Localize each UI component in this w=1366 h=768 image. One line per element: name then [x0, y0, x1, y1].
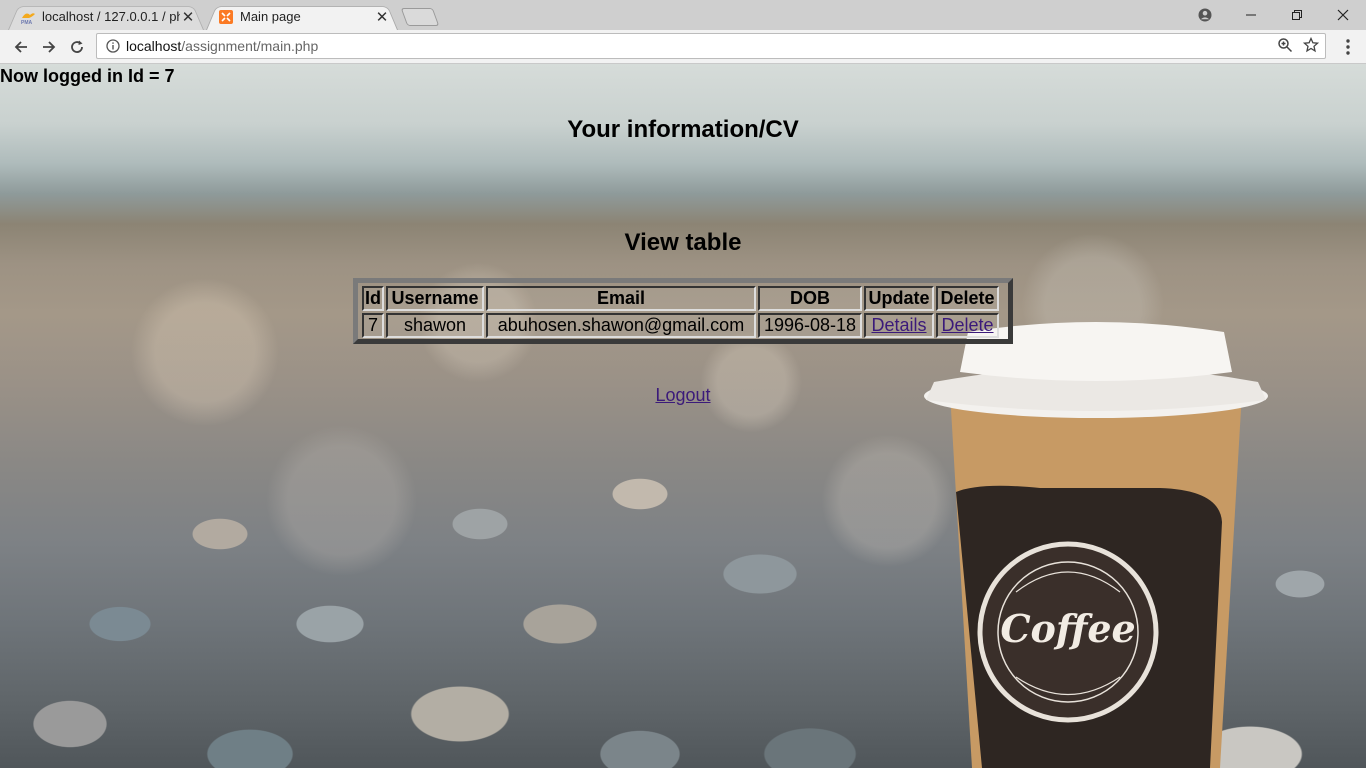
bookmark-star-icon[interactable] — [1303, 37, 1319, 53]
new-tab-button[interactable] — [400, 8, 440, 26]
cell-dob: 1996-08-18 — [758, 313, 862, 338]
cell-id: 7 — [362, 313, 384, 338]
logout-container: Logout — [0, 385, 1366, 406]
url-path: /assignment/main.php — [181, 38, 319, 54]
zoom-icon[interactable] — [1277, 37, 1293, 53]
cell-username: shawon — [386, 313, 484, 338]
cup-logo-text: Coffee — [1000, 606, 1135, 651]
svg-text:PMA: PMA — [21, 20, 33, 25]
table-heading: View table — [624, 229, 742, 256]
forward-arrow-icon[interactable] — [37, 35, 61, 59]
close-window-icon[interactable] — [1320, 0, 1366, 30]
tab-title: localhost / 127.0.0.1 / php — [42, 9, 180, 24]
chrome-menu-icon[interactable] — [1340, 38, 1356, 56]
details-link[interactable]: Details — [871, 315, 926, 335]
table-row: 7 shawon abuhosen.shawon@gmail.com 1996-… — [362, 313, 999, 338]
tab-phpmyadmin[interactable]: PMA localhost / 127.0.0.1 / php ✕ — [8, 3, 204, 31]
table-header-row: Id Username Email DOB Update Delete — [362, 286, 999, 311]
col-header-email: Email — [486, 286, 756, 311]
tab-title: Main page — [240, 9, 301, 24]
page-title: Your information/CV — [567, 116, 799, 143]
col-header-dob: DOB — [758, 286, 862, 311]
tab-strip: PMA localhost / 127.0.0.1 / php ✕ Main p… — [0, 0, 1366, 31]
profile-icon[interactable] — [1182, 0, 1228, 30]
browser-toolbar: localhost/assignment/main.php — [0, 30, 1366, 64]
col-header-username: Username — [386, 286, 484, 311]
coffee-cup-image: Coffee — [924, 322, 1268, 768]
tab-main-page[interactable]: Main page ✕ — [206, 3, 398, 31]
col-header-id: Id — [362, 286, 384, 311]
user-table: Id Username Email DOB Update Delete 7 sh… — [353, 278, 1013, 344]
phpmyadmin-icon: PMA — [21, 12, 35, 25]
login-status: Now logged in Id = 7 — [0, 66, 175, 86]
minimize-icon[interactable] — [1228, 0, 1274, 30]
col-header-update: Update — [864, 286, 934, 311]
back-arrow-icon[interactable] — [9, 35, 33, 59]
page-viewport: Coffee Now logged in Id = 7 Your informa… — [0, 64, 1366, 768]
xampp-icon — [219, 9, 233, 24]
delete-link[interactable]: Delete — [941, 315, 993, 335]
cell-email: abuhosen.shawon@gmail.com — [486, 313, 756, 338]
logout-link[interactable]: Logout — [655, 385, 710, 405]
reload-icon[interactable] — [65, 35, 89, 59]
info-icon[interactable] — [106, 39, 120, 53]
close-tab-icon[interactable]: ✕ — [374, 8, 390, 26]
url-host: localhost — [126, 38, 182, 54]
col-header-delete: Delete — [936, 286, 999, 311]
cell-update: Details — [864, 313, 934, 338]
cell-delete: Delete — [936, 313, 999, 338]
address-bar[interactable]: localhost/assignment/main.php — [96, 33, 1326, 59]
restore-icon[interactable] — [1274, 0, 1320, 30]
close-tab-icon[interactable]: ✕ — [180, 8, 196, 26]
